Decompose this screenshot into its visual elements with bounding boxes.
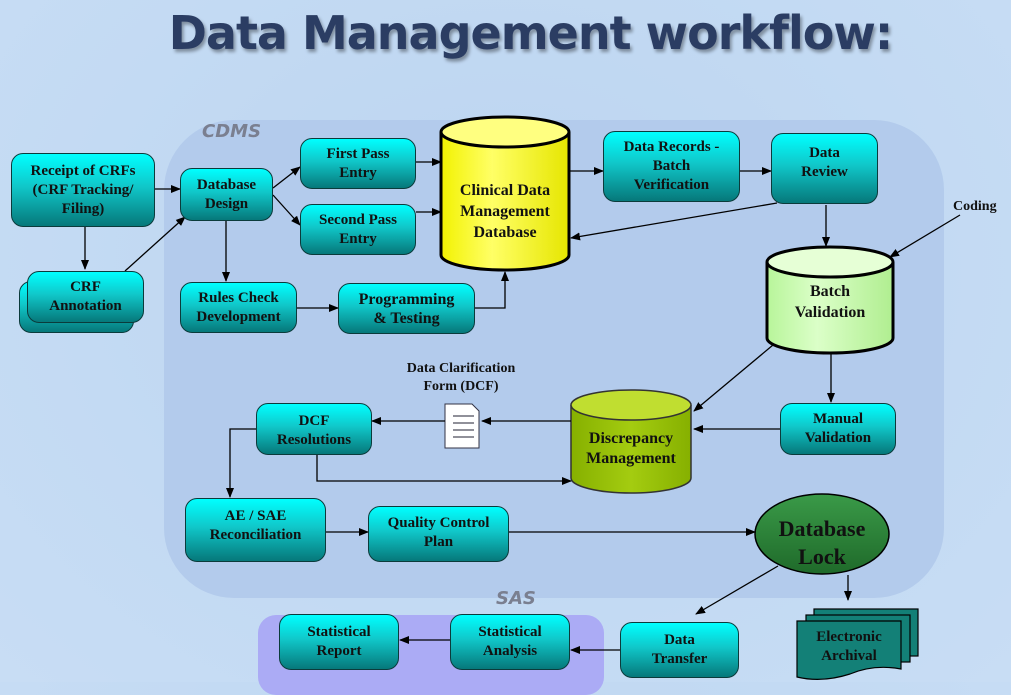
node-label: First Pass Entry bbox=[326, 145, 390, 181]
node-label: DCF Resolutions bbox=[276, 413, 352, 448]
node-label: Receipt of CRFs (CRF Tracking/ Filing) bbox=[30, 162, 136, 217]
database-lock-label[interactable]: Database Lock bbox=[755, 515, 889, 571]
dcf-form-label: Data Clarification Form (DCF) bbox=[406, 361, 516, 394]
data-review-node[interactable]: Data Review bbox=[771, 133, 878, 204]
crf-annotation-node[interactable]: CRF Annotation bbox=[27, 271, 144, 323]
arrow-design-to-first bbox=[272, 166, 301, 189]
data-transfer-node[interactable]: Data Transfer bbox=[620, 622, 739, 678]
programming-testing-node[interactable]: Programming & Testing bbox=[338, 283, 475, 334]
node-label: Statistical Analysis bbox=[478, 624, 542, 659]
arrow-programming-to-db bbox=[474, 271, 509, 309]
arrow-coding-to-batch bbox=[889, 214, 961, 258]
ae-sae-node[interactable]: AE / SAE Reconciliation bbox=[185, 498, 326, 562]
coding-label: Coding bbox=[953, 199, 997, 214]
qc-plan-node[interactable]: Quality Control Plan bbox=[368, 506, 509, 562]
dcf-resolutions-node[interactable]: DCF Resolutions bbox=[256, 403, 372, 455]
node-label: Quality Control Plan bbox=[387, 515, 490, 550]
node-label: Rules Check Development bbox=[196, 289, 281, 325]
arrow-dcf-to-discrepancy bbox=[316, 455, 572, 485]
discrepancy-label[interactable]: Discrepancy Management bbox=[571, 429, 691, 469]
electronic-archival-label[interactable]: Electronic Archival bbox=[797, 628, 901, 666]
node-label: CRF Annotation bbox=[49, 279, 122, 314]
batch-verification-node[interactable]: Data Records - Batch Verification bbox=[603, 131, 740, 202]
node-label: AE / SAE Reconciliation bbox=[209, 508, 302, 543]
first-pass-entry-node[interactable]: First Pass Entry bbox=[300, 138, 416, 189]
receipt-of-crfs-node[interactable]: Receipt of CRFs (CRF Tracking/ Filing) bbox=[11, 153, 155, 227]
arrow-review-to-db bbox=[570, 202, 778, 241]
node-label: Data Review bbox=[801, 145, 848, 180]
node-label: Data Records - Batch Verification bbox=[623, 139, 720, 193]
node-label: Manual Validation bbox=[804, 411, 872, 446]
clinical-db-label[interactable]: Clinical Data Management Database bbox=[441, 180, 569, 243]
node-label: Database Design bbox=[196, 176, 257, 212]
database-design-node[interactable]: Database Design bbox=[180, 168, 273, 221]
arrow-dcf-to-ae bbox=[226, 428, 256, 498]
arrow-batch-to-discrepancy bbox=[693, 344, 774, 412]
batch-validation-label[interactable]: Batch Validation bbox=[767, 281, 893, 323]
rules-check-node[interactable]: Rules Check Development bbox=[180, 282, 297, 333]
manual-validation-node[interactable]: Manual Validation bbox=[780, 403, 896, 455]
node-label: Second Pass Entry bbox=[319, 211, 397, 247]
statistical-analysis-node[interactable]: Statistical Analysis bbox=[450, 614, 570, 670]
connector-layer bbox=[81, 115, 961, 680]
arrow-design-to-second bbox=[272, 194, 301, 226]
node-label: Programming & Testing bbox=[358, 290, 455, 327]
node-label: Statistical Report bbox=[307, 624, 371, 659]
arrow-lock-to-transfer bbox=[695, 565, 779, 615]
second-pass-entry-node[interactable]: Second Pass Entry bbox=[300, 204, 416, 255]
document-icon bbox=[444, 403, 480, 449]
node-label: Data Transfer bbox=[651, 632, 708, 667]
statistical-report-node[interactable]: Statistical Report bbox=[279, 614, 399, 670]
